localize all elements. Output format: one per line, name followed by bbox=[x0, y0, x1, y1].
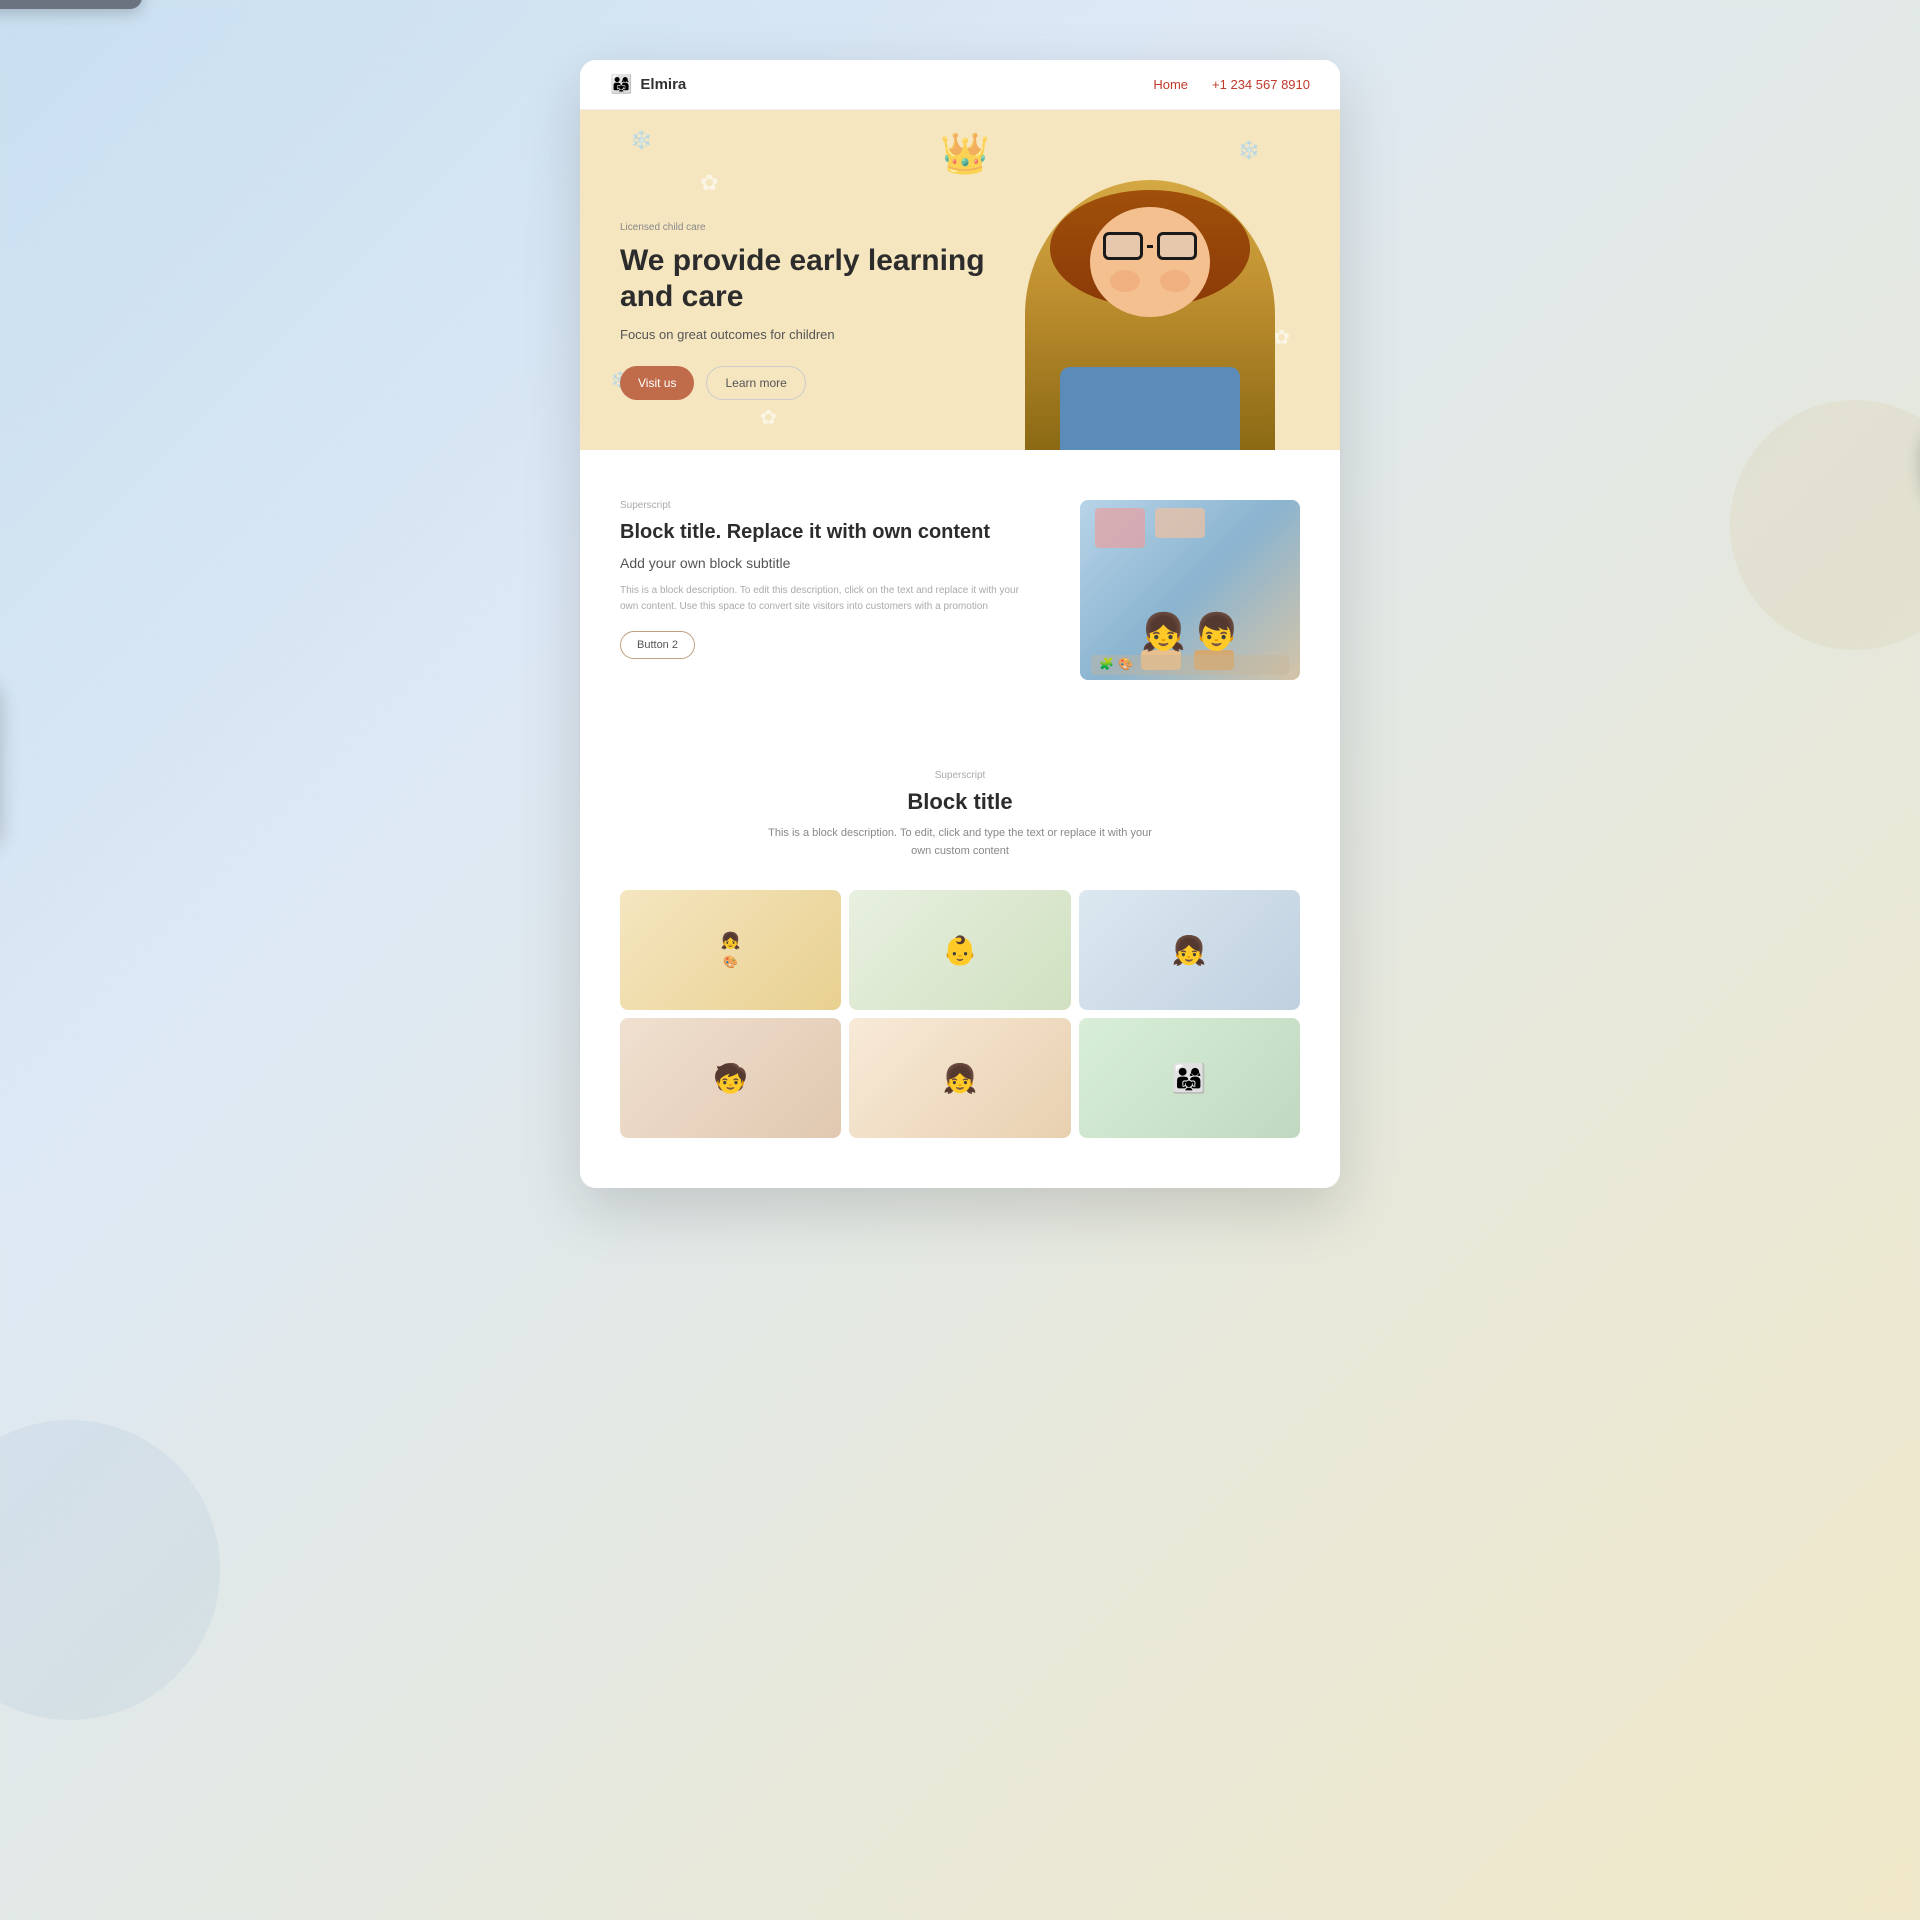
kid-body bbox=[1025, 180, 1275, 450]
nav-logo: 👨‍👩‍👧 Elmira bbox=[610, 74, 686, 95]
website-container: 👨‍👩‍👧 Elmira Home +1 234 567 8910 ❄️ ✿ ❄… bbox=[580, 60, 1340, 1188]
section2-superscript: Superscript bbox=[620, 770, 1300, 781]
visit-us-button[interactable]: Visit us bbox=[620, 366, 694, 400]
navbar: 👨‍👩‍👧 Elmira Home +1 234 567 8910 bbox=[580, 60, 1340, 110]
glasses-right bbox=[1157, 232, 1197, 260]
section1-subtitle: Add your own block subtitle bbox=[620, 555, 1040, 571]
gallery-content-2: 👶 bbox=[849, 890, 1070, 1010]
gallery-emoji-1: 👧 bbox=[721, 931, 741, 951]
room-element-2 bbox=[1155, 508, 1205, 538]
learn-more-button[interactable]: Learn more bbox=[706, 366, 805, 400]
gallery-grid: 👧 🎨 👶 👧 🧒 bbox=[620, 890, 1300, 1138]
bg-decoration-right bbox=[1730, 400, 1920, 650]
kid-hands bbox=[1110, 270, 1190, 292]
section1-button[interactable]: Button 2 bbox=[620, 631, 695, 659]
kid-glasses bbox=[1103, 232, 1197, 260]
hero-section: ❄️ ✿ ❄️ ✿ ❄️ ✿ 👑 Licensed child care We … bbox=[580, 110, 1340, 450]
gallery-item-4: 🧒 bbox=[620, 1018, 841, 1138]
deco-1: ❄️ bbox=[630, 130, 652, 151]
browser-chrome: 👨‍👩‍👧 Elmira Home +1 234 567 8910 ❄️ ✿ ❄… bbox=[580, 60, 1340, 1188]
hero-label: Licensed child care bbox=[620, 222, 1000, 233]
gallery-emoji-6: 👨‍👩‍👧 bbox=[1172, 1062, 1207, 1095]
gallery-content-4: 🧒 bbox=[620, 1018, 841, 1138]
kid-jacket bbox=[1060, 367, 1240, 450]
hero-image bbox=[1000, 160, 1300, 450]
section2-header: Superscript Block title This is a block … bbox=[620, 770, 1300, 860]
toy-1: 🧩 bbox=[1099, 657, 1114, 671]
bg-decoration-left bbox=[0, 1420, 220, 1720]
gallery-emoji-4: 🧒 bbox=[713, 1062, 748, 1095]
gallery-emoji-1b: 🎨 bbox=[723, 955, 738, 969]
room-element-1 bbox=[1095, 508, 1145, 548]
gallery-content-5: 👧 bbox=[849, 1018, 1070, 1138]
section2-title: Block title bbox=[620, 789, 1300, 815]
hero-title: We provide early learning and care bbox=[620, 243, 1000, 315]
toys-area: 🧩 🎨 bbox=[1091, 655, 1289, 675]
section1-superscript: Superscript bbox=[620, 500, 1040, 511]
logo-icon: 👨‍👩‍👧 bbox=[610, 74, 632, 95]
gallery-item-3: 👧 bbox=[1079, 890, 1300, 1010]
gallery-emoji-5: 👧 bbox=[943, 1062, 978, 1095]
kid-1-icon: 👧 bbox=[1141, 614, 1186, 650]
section2-description: This is a block description. To edit, cl… bbox=[760, 825, 1160, 860]
gallery-content-6: 👨‍👩‍👧 bbox=[1079, 1018, 1300, 1138]
logo-text: Elmira bbox=[640, 76, 686, 93]
content-right: 👧 👦 🧩 🎨 bbox=[1080, 500, 1300, 680]
kids-playing: 👧 👦 🧩 🎨 bbox=[1080, 500, 1300, 680]
content-left: Superscript Block title. Replace it with… bbox=[620, 500, 1040, 659]
section1-description: This is a block description. To edit thi… bbox=[620, 583, 1040, 615]
kid-2-icon: 👦 bbox=[1194, 614, 1239, 650]
toy-2: 🎨 bbox=[1118, 657, 1133, 671]
gallery-content-1: 👧 🎨 bbox=[620, 890, 841, 1010]
kid-hair bbox=[1050, 190, 1250, 307]
section1-image: 👧 👦 🧩 🎨 bbox=[1080, 500, 1300, 680]
deco-2: ✿ bbox=[700, 170, 718, 196]
gallery-emoji-2: 👶 bbox=[943, 934, 978, 967]
glasses-left bbox=[1103, 232, 1143, 260]
content-section-2: Superscript Block title This is a block … bbox=[580, 730, 1340, 1188]
nav-link-phone: +1 234 567 8910 bbox=[1212, 77, 1310, 92]
kid-illustration bbox=[1015, 160, 1285, 450]
gallery-content-3: 👧 bbox=[1079, 890, 1300, 1010]
kid-face bbox=[1090, 207, 1210, 317]
url-bar: 🔒 https://www.yourdomain.com bbox=[0, 0, 142, 9]
section1-title: Block title. Replace it with own content bbox=[620, 519, 1040, 545]
nav-link-home[interactable]: Home bbox=[1153, 77, 1188, 92]
gallery-item-6: 👨‍👩‍👧 bbox=[1079, 1018, 1300, 1138]
hero-buttons: Visit us Learn more bbox=[620, 366, 1000, 400]
gallery-item-1: 👧 🎨 bbox=[620, 890, 841, 1010]
crown-deco: 👑 bbox=[940, 130, 990, 177]
deco-5: ❄️ bbox=[1238, 140, 1260, 161]
gallery-item-5: 👧 bbox=[849, 1018, 1070, 1138]
content-section-1: Superscript Block title. Replace it with… bbox=[580, 450, 1340, 730]
glasses-bridge bbox=[1147, 245, 1153, 248]
nav-links: Home +1 234 567 8910 bbox=[1153, 77, 1310, 92]
gallery-emoji-3: 👧 bbox=[1172, 934, 1207, 967]
gallery-item-2: 👶 bbox=[849, 890, 1070, 1010]
hero-subtitle: Focus on great outcomes for children bbox=[620, 327, 1000, 342]
hero-content: Licensed child care We provide early lea… bbox=[620, 222, 1000, 450]
